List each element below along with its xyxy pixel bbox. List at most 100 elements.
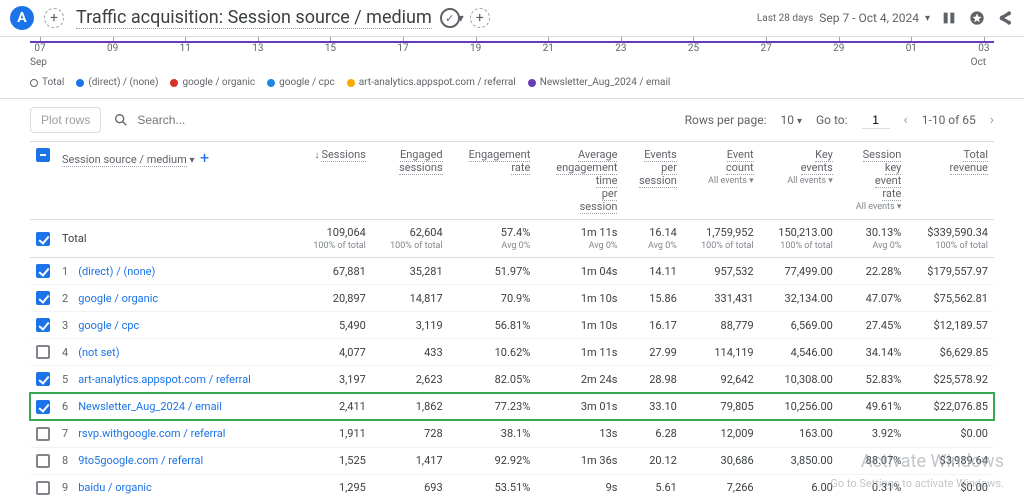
- insights-icon[interactable]: [968, 9, 986, 27]
- column-header[interactable]: Averageengagementtimepersession: [536, 142, 623, 220]
- rows-per-page-select[interactable]: 10 ▾: [780, 113, 802, 127]
- cell: 56.81%: [449, 312, 537, 339]
- cell: 57.4%Avg 0%: [449, 220, 537, 258]
- legend-swatch-icon: [30, 79, 38, 87]
- column-header[interactable]: KeyeventsAll events ▾: [760, 142, 839, 220]
- row-checkbox[interactable]: [36, 345, 50, 359]
- cell: 150,213.00100% of total: [760, 220, 839, 258]
- page-prev-button[interactable]: ‹: [904, 112, 908, 128]
- dimension-link[interactable]: art-analytics.appspot.com / referral: [78, 373, 251, 386]
- legend-item[interactable]: Total: [30, 77, 64, 88]
- cell: $75,562.81: [907, 285, 994, 312]
- axis-tick: 09: [103, 43, 123, 54]
- column-header[interactable]: Totalrevenue: [907, 142, 994, 220]
- select-all-checkbox[interactable]: [36, 148, 50, 162]
- cell: 14.11: [623, 258, 682, 285]
- dimension-link[interactable]: Newsletter_Aug_2024 / email: [78, 400, 222, 413]
- cell: 4,077: [295, 339, 372, 366]
- cell: 20,897: [295, 285, 372, 312]
- cell: 35,281: [372, 258, 449, 285]
- legend-swatch-icon: [170, 79, 178, 87]
- share-icon[interactable]: [996, 9, 1014, 27]
- legend-item[interactable]: Newsletter_Aug_2024 / email: [528, 77, 671, 88]
- column-header[interactable]: ↓Sessions: [295, 142, 372, 220]
- report-title[interactable]: Traffic acquisition: Session source / me…: [76, 7, 432, 29]
- cell: 16.14Avg 0%: [623, 220, 682, 258]
- cell: 30.13%Avg 0%: [839, 220, 908, 258]
- legend-label: Newsletter_Aug_2024 / email: [540, 77, 671, 88]
- add-comparison-button[interactable]: +: [470, 8, 490, 28]
- axis-tick: 13: [248, 43, 268, 54]
- dimension-link[interactable]: baidu / organic: [78, 481, 152, 494]
- cell: $0.00: [907, 474, 994, 500]
- cell: 114,119: [683, 339, 760, 366]
- cell: 5.61: [623, 474, 682, 500]
- axis-tick: 03: [974, 43, 994, 54]
- goto-input[interactable]: [862, 112, 890, 129]
- cell: 34.14%: [839, 339, 908, 366]
- cell: 22.28%: [839, 258, 908, 285]
- search-wrapper: [113, 112, 672, 128]
- add-segment-button[interactable]: +: [44, 8, 64, 28]
- cell: 3,197: [295, 366, 372, 393]
- legend-item[interactable]: (direct) / (none): [76, 77, 158, 88]
- total-label: Total: [62, 232, 87, 245]
- cell: 2m 24s: [536, 366, 623, 393]
- row-checkbox[interactable]: [36, 264, 50, 278]
- dimension-link[interactable]: 9to5google.com / referral: [78, 454, 203, 467]
- compare-icon[interactable]: [940, 9, 958, 27]
- cell: 14,817: [372, 285, 449, 312]
- row-checkbox[interactable]: [36, 400, 50, 414]
- dimension-link[interactable]: (not set): [78, 346, 119, 359]
- cell: 38.1%: [449, 420, 537, 447]
- column-header[interactable]: Engagedsessions: [372, 142, 449, 220]
- cell: 1,862: [372, 393, 449, 420]
- title-dropdown-icon[interactable]: ▾: [458, 11, 464, 25]
- row-checkbox[interactable]: [36, 372, 50, 386]
- dimension-link[interactable]: rsvp.withgoogle.com / referral: [78, 427, 225, 440]
- cell: 109,064100% of total: [295, 220, 372, 258]
- row-checkbox[interactable]: [36, 427, 50, 441]
- dimension-link[interactable]: google / cpc: [78, 319, 139, 332]
- table-row: 5art-analytics.appspot.com / referral3,1…: [30, 366, 994, 393]
- row-checkbox[interactable]: [36, 232, 50, 246]
- dimension-link[interactable]: (direct) / (none): [78, 265, 155, 278]
- cell: 30,686: [683, 447, 760, 474]
- table-row: 7rsvp.withgoogle.com / referral1,9117283…: [30, 420, 994, 447]
- cell: $12,189.57: [907, 312, 994, 339]
- cell: 12,009: [683, 420, 760, 447]
- date-range-picker[interactable]: Last 28 days Sep 7 - Oct 4, 2024 ▾: [757, 11, 930, 25]
- cell: 77.23%: [449, 393, 537, 420]
- axis-tick: 23: [611, 43, 631, 54]
- legend-item[interactable]: art-analytics.appspot.com / referral: [347, 77, 516, 88]
- cell: 6.00: [760, 474, 839, 500]
- legend-item[interactable]: google / organic: [170, 77, 255, 88]
- dimension-link[interactable]: google / organic: [78, 292, 158, 305]
- row-checkbox[interactable]: [36, 454, 50, 468]
- axis-month-right: Oct: [971, 57, 986, 68]
- dimension-header[interactable]: Session source / medium ▾ +: [56, 142, 295, 220]
- cell: 20.12: [623, 447, 682, 474]
- row-checkbox[interactable]: [36, 291, 50, 305]
- search-icon: [113, 112, 129, 128]
- column-header[interactable]: EventcountAll events ▾: [683, 142, 760, 220]
- cell: 433: [372, 339, 449, 366]
- legend-item[interactable]: google / cpc: [267, 77, 335, 88]
- column-header[interactable]: Eventspersession: [623, 142, 682, 220]
- column-header[interactable]: Engagementrate: [449, 142, 537, 220]
- cell: 70.9%: [449, 285, 537, 312]
- plot-rows-button[interactable]: Plot rows: [30, 107, 101, 133]
- search-input[interactable]: [135, 112, 672, 128]
- axis-tick: 11: [175, 43, 195, 54]
- chart-legend: Total (direct) / (none) google / organic go…: [0, 73, 1024, 99]
- app-logo[interactable]: A: [10, 6, 34, 30]
- cell: 1m 36s: [536, 447, 623, 474]
- row-checkbox[interactable]: [36, 318, 50, 332]
- page-next-button[interactable]: ›: [990, 112, 994, 128]
- column-header[interactable]: SessionkeyeventrateAll events ▾: [839, 142, 908, 220]
- cell: 27.99: [623, 339, 682, 366]
- cell: $179,557.97: [907, 258, 994, 285]
- approved-icon[interactable]: ✓: [440, 8, 460, 28]
- cell: 6.28: [623, 420, 682, 447]
- row-checkbox[interactable]: [36, 481, 50, 495]
